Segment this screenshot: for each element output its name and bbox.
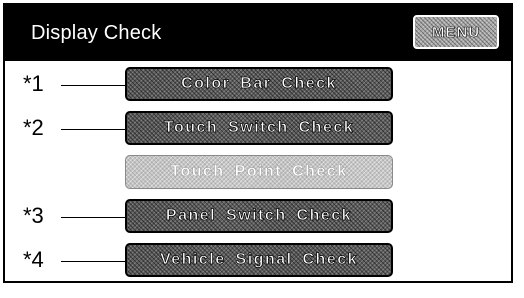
row-touch-point-check: Touch Point Check — [5, 155, 511, 189]
display-check-screen: Display Check MENU *1 Color Bar Check *2… — [3, 3, 513, 283]
menu-button-label: MENU — [431, 23, 481, 41]
vehicle-signal-check-label: Vehicle Signal Check — [159, 251, 359, 269]
callout-leader-line — [61, 129, 125, 130]
callout-leader-line — [61, 217, 125, 218]
callout-marker: *2 — [23, 115, 44, 140]
callout-marker: *3 — [23, 203, 44, 228]
row-vehicle-signal-check: *4 Vehicle Signal Check — [5, 243, 511, 277]
vehicle-signal-check-button[interactable]: Vehicle Signal Check — [125, 243, 393, 277]
callout-marker: *4 — [23, 247, 44, 272]
panel-switch-check-button[interactable]: Panel Switch Check — [125, 199, 393, 233]
color-bar-check-button[interactable]: Color Bar Check — [125, 67, 393, 101]
touch-point-check-label: Touch Point Check — [170, 163, 348, 181]
callout-marker: *1 — [23, 71, 44, 96]
color-bar-check-label: Color Bar Check — [181, 75, 337, 93]
page-title: Display Check — [31, 22, 162, 44]
touch-point-check-button[interactable]: Touch Point Check — [125, 155, 393, 189]
menu-button[interactable]: MENU — [413, 15, 499, 49]
callout-leader-line — [61, 85, 125, 86]
title-bar: Display Check MENU — [5, 5, 511, 61]
row-touch-switch-check: *2 Touch Switch Check — [5, 111, 511, 145]
touch-switch-check-label: Touch Switch Check — [163, 119, 355, 137]
row-color-bar-check: *1 Color Bar Check — [5, 67, 511, 101]
row-panel-switch-check: *3 Panel Switch Check — [5, 199, 511, 233]
panel-switch-check-label: Panel Switch Check — [165, 207, 353, 225]
touch-switch-check-button[interactable]: Touch Switch Check — [125, 111, 393, 145]
callout-leader-line — [61, 261, 125, 262]
